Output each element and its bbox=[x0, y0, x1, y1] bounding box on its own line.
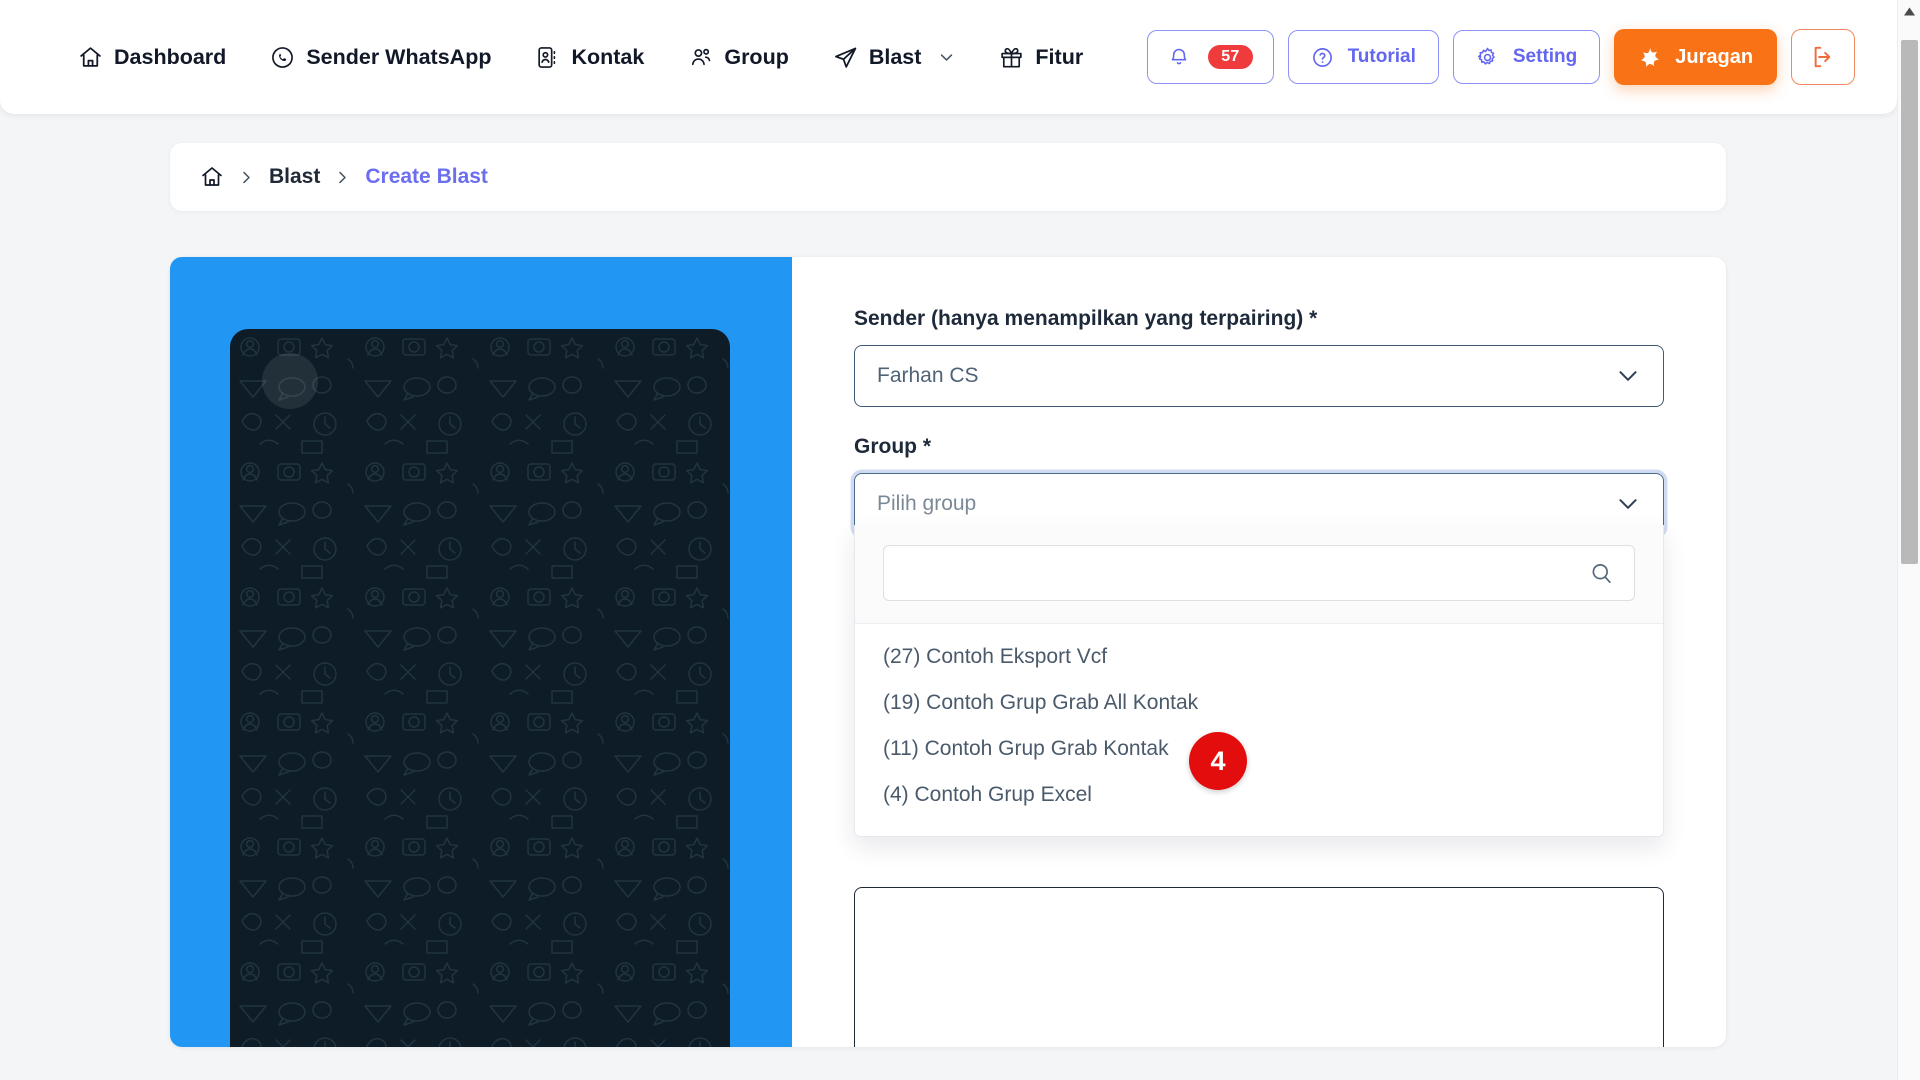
chevron-down-icon bbox=[1615, 491, 1641, 517]
users-icon bbox=[688, 45, 713, 70]
whatsapp-icon bbox=[270, 45, 295, 70]
nav-label-dashboard: Dashboard bbox=[114, 44, 227, 69]
chevron-down-icon bbox=[1615, 363, 1641, 389]
logout-icon bbox=[1810, 44, 1836, 70]
group-options-list: (27) Contoh Eksport Vcf (19) Contoh Grup… bbox=[855, 624, 1663, 836]
nav-item-sender-whatsapp[interactable]: Sender WhatsApp bbox=[248, 35, 513, 80]
nav-item-kontak[interactable]: Kontak bbox=[513, 35, 666, 80]
nav-label-group: Group bbox=[724, 44, 789, 69]
setting-label: Setting bbox=[1512, 46, 1578, 67]
step-number: 4 bbox=[1210, 745, 1226, 776]
scroll-up-button[interactable] bbox=[1898, 0, 1920, 22]
paper-plane-icon bbox=[833, 45, 858, 70]
group-search-input[interactable] bbox=[904, 561, 1589, 585]
nav-label-sender-whatsapp: Sender WhatsApp bbox=[306, 44, 492, 69]
scrollbar-thumb[interactable] bbox=[1901, 40, 1918, 564]
gift-icon bbox=[999, 45, 1024, 70]
tutorial-label: Tutorial bbox=[1347, 46, 1416, 67]
contact-card-icon bbox=[535, 45, 560, 70]
triangle-up-icon bbox=[1903, 7, 1915, 15]
juragan-label: Juragan bbox=[1675, 45, 1754, 68]
blast-form: Sender (hanya menampilkan yang terpairin… bbox=[792, 257, 1726, 1047]
sender-selected-value: Farhan CS bbox=[877, 364, 979, 387]
dropdown-search-box[interactable] bbox=[883, 545, 1635, 601]
search-icon bbox=[1589, 561, 1614, 586]
group-dropdown-panel: (27) Contoh Eksport Vcf (19) Contoh Grup… bbox=[854, 525, 1664, 837]
whatsapp-preview-pane bbox=[170, 257, 792, 1047]
sender-select[interactable]: Farhan CS bbox=[854, 345, 1664, 407]
group-option[interactable]: (27) Contoh Eksport Vcf bbox=[855, 634, 1663, 680]
nav-item-fitur[interactable]: Fitur bbox=[977, 35, 1105, 80]
logout-button[interactable] bbox=[1791, 29, 1856, 85]
sender-label: Sender (hanya menampilkan yang terpairin… bbox=[854, 307, 1318, 330]
group-option[interactable]: (4) Contoh Grup Excel bbox=[855, 772, 1663, 818]
whatsapp-doodle-pattern bbox=[230, 329, 730, 1047]
chevron-down-icon bbox=[938, 49, 955, 66]
step-marker-4: 4 bbox=[1189, 732, 1247, 790]
notification-button[interactable]: 57 bbox=[1147, 30, 1274, 84]
nav-actions: 57 Tutorial Setting Juragan bbox=[1147, 29, 1856, 85]
nav-links: Dashboard Sender WhatsApp Kontak Group B… bbox=[56, 35, 1105, 80]
message-textarea[interactable] bbox=[854, 887, 1664, 1047]
nav-item-blast[interactable]: Blast bbox=[811, 35, 978, 80]
nav-label-fitur: Fitur bbox=[1035, 44, 1084, 69]
top-navbar: Dashboard Sender WhatsApp Kontak Group B… bbox=[0, 0, 1897, 114]
dropdown-search-row bbox=[855, 525, 1663, 624]
bell-icon bbox=[1168, 46, 1190, 68]
breadcrumb-item-blast[interactable]: Blast bbox=[269, 165, 320, 189]
app-viewport: Dashboard Sender WhatsApp Kontak Group B… bbox=[0, 0, 1920, 1080]
nav-label-kontak: Kontak bbox=[571, 44, 645, 69]
breadcrumb-separator bbox=[334, 169, 351, 186]
nav-item-group[interactable]: Group bbox=[666, 35, 811, 80]
home-icon[interactable] bbox=[200, 165, 224, 189]
group-label: Group * bbox=[854, 435, 931, 458]
setting-button[interactable]: Setting bbox=[1452, 30, 1601, 84]
nav-label-blast: Blast bbox=[868, 44, 922, 69]
notification-count-badge: 57 bbox=[1208, 44, 1253, 70]
tutorial-button[interactable]: Tutorial bbox=[1287, 30, 1439, 84]
create-blast-card: Sender (hanya menampilkan yang terpairin… bbox=[170, 257, 1726, 1047]
group-placeholder: Pilih group bbox=[877, 492, 977, 515]
breadcrumb-item-create-blast[interactable]: Create Blast bbox=[365, 165, 488, 189]
group-option[interactable]: (11) Contoh Grup Grab Kontak bbox=[855, 726, 1663, 772]
breadcrumb-separator bbox=[238, 169, 255, 186]
phone-mockup bbox=[230, 329, 730, 1047]
home-icon bbox=[78, 45, 103, 70]
star-icon bbox=[1638, 45, 1662, 69]
contact-avatar bbox=[262, 353, 318, 409]
page-scrollbar[interactable] bbox=[1897, 0, 1920, 1080]
juragan-button[interactable]: Juragan bbox=[1614, 29, 1778, 85]
nav-item-dashboard[interactable]: Dashboard bbox=[56, 35, 248, 80]
question-circle-icon bbox=[1311, 46, 1334, 69]
breadcrumb: Blast Create Blast bbox=[170, 143, 1726, 211]
group-option[interactable]: (19) Contoh Grup Grab All Kontak bbox=[855, 680, 1663, 726]
gear-icon bbox=[1476, 46, 1499, 69]
